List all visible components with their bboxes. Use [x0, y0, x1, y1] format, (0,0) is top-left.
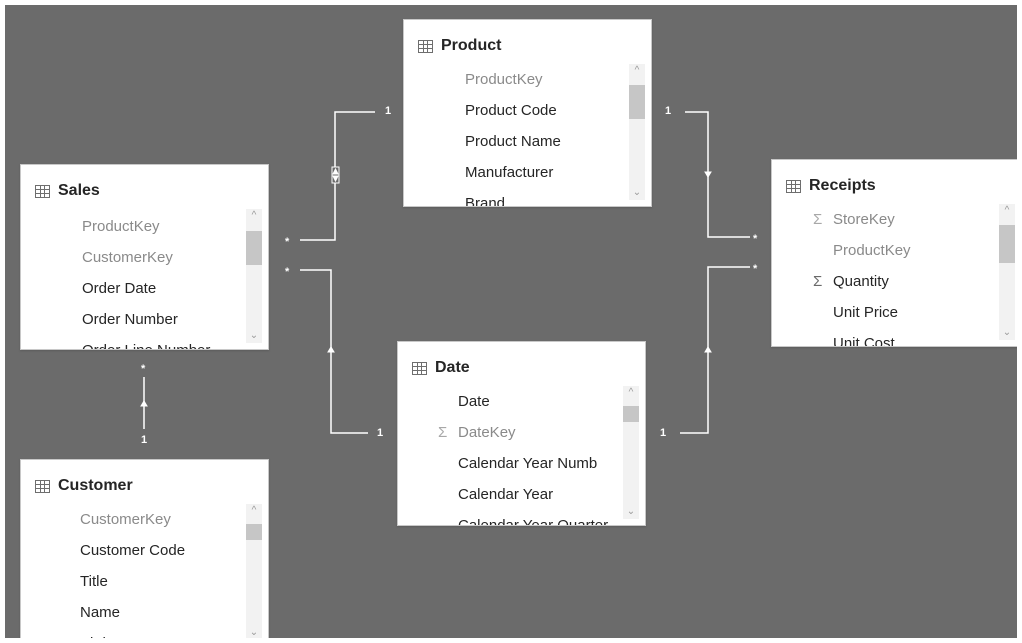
field-item[interactable]: ProductKey — [772, 235, 995, 266]
relationship-line-date-receipts — [680, 266, 750, 434]
chevron-up-icon[interactable]: ^ — [246, 504, 262, 518]
scroll-thumb[interactable] — [629, 85, 645, 119]
table-card-product[interactable]: Product ProductKey Product Code Product … — [403, 19, 652, 207]
table-card-date[interactable]: Date Date Σ DateKey Calendar Year Numb C… — [397, 341, 646, 526]
sigma-icon: Σ — [438, 424, 448, 441]
field-item[interactable]: ProductKey — [404, 64, 625, 95]
relationship-one-label: 1 — [660, 427, 667, 439]
field-list: Date Σ DateKey Calendar Year Numb Calend… — [398, 386, 619, 525]
table-grid-icon — [786, 179, 801, 193]
field-label: Quantity — [833, 273, 889, 290]
filter-direction-icon — [704, 171, 712, 178]
field-item[interactable]: Customer Code — [21, 535, 242, 566]
table-card-customer[interactable]: Customer CustomerKey Customer Code Title… — [20, 459, 269, 638]
scroll-thumb[interactable] — [623, 406, 639, 422]
chevron-up-icon[interactable]: ^ — [629, 64, 645, 78]
field-item[interactable]: Unit Cost — [772, 328, 995, 346]
chevron-down-icon[interactable]: ⌄ — [246, 329, 262, 343]
table-scrollbar[interactable]: ^ ⌄ — [246, 504, 262, 638]
chevron-up-icon[interactable]: ^ — [999, 204, 1015, 218]
field-item[interactable]: CustomerKey — [21, 242, 242, 273]
relationship-many-label: * — [285, 266, 290, 278]
filter-direction-icon — [704, 346, 712, 353]
field-label: StoreKey — [833, 211, 895, 228]
table-header[interactable]: Customer — [35, 475, 258, 497]
table-header[interactable]: Product — [418, 35, 641, 57]
relationship-one-label: 1 — [377, 427, 384, 439]
chevron-down-icon[interactable]: ⌄ — [629, 186, 645, 200]
field-item[interactable]: Product Name — [404, 126, 625, 157]
field-item[interactable]: ProductKey — [21, 211, 242, 242]
chevron-up-icon[interactable]: ^ — [623, 386, 639, 400]
filter-direction-icon — [140, 400, 148, 407]
field-item[interactable]: Order Number — [21, 304, 242, 335]
field-item[interactable]: Title — [21, 566, 242, 597]
sigma-icon: Σ — [813, 211, 823, 228]
field-item[interactable]: Order Line Number — [21, 335, 242, 349]
field-item[interactable]: Brand — [404, 188, 625, 206]
field-item[interactable]: Product Code — [404, 95, 625, 126]
scroll-thumb[interactable] — [246, 524, 262, 540]
table-title: Date — [435, 359, 470, 376]
scroll-thumb[interactable] — [999, 225, 1015, 263]
table-title: Customer — [58, 477, 133, 494]
table-scrollbar[interactable]: ^ ⌄ — [629, 64, 645, 200]
relationship-one-label: 1 — [385, 105, 392, 117]
filter-direction-icon — [327, 346, 335, 353]
field-list: CustomerKey Customer Code Title Name Bir… — [21, 504, 242, 638]
table-title: Product — [441, 37, 502, 54]
table-header[interactable]: Sales — [35, 180, 258, 202]
chevron-down-icon[interactable]: ⌄ — [623, 505, 639, 519]
field-item[interactable]: Birth Date — [21, 628, 242, 638]
table-card-sales[interactable]: Sales ProductKey CustomerKey Order Date … — [20, 164, 269, 350]
table-grid-icon — [35, 184, 50, 198]
field-list: ProductKey Product Code Product Name Man… — [404, 64, 625, 206]
field-item[interactable]: Calendar Year — [398, 479, 619, 510]
table-title: Receipts — [809, 177, 876, 194]
scroll-thumb[interactable] — [246, 231, 262, 265]
field-item[interactable]: Σ DateKey — [398, 417, 619, 448]
table-header[interactable]: Receipts — [786, 175, 1011, 197]
table-header[interactable]: Date — [412, 357, 635, 379]
sigma-icon: Σ — [813, 273, 823, 290]
table-grid-icon — [35, 479, 50, 493]
field-label: DateKey — [458, 424, 516, 441]
field-item[interactable]: Unit Price — [772, 297, 995, 328]
field-item[interactable]: Name — [21, 597, 242, 628]
table-scrollbar[interactable]: ^ ⌄ — [623, 386, 639, 519]
relationship-many-label: * — [141, 363, 146, 375]
chevron-down-icon[interactable]: ⌄ — [999, 326, 1015, 340]
field-item[interactable]: Σ StoreKey — [772, 204, 995, 235]
relationship-one-label: 1 — [665, 105, 672, 117]
relationship-many-label: * — [753, 233, 758, 245]
relationship-one-label: 1 — [141, 434, 148, 446]
table-scrollbar[interactable]: ^ ⌄ — [246, 209, 262, 343]
table-title: Sales — [58, 182, 100, 199]
relationship-many-label: * — [753, 263, 758, 275]
field-list: ProductKey CustomerKey Order Date Order … — [21, 211, 242, 349]
table-scrollbar[interactable]: ^ ⌄ — [999, 204, 1015, 340]
field-item[interactable]: Calendar Year Numb — [398, 448, 619, 479]
table-card-receipts[interactable]: Receipts Σ StoreKey ProductKey Σ Quantit… — [771, 159, 1017, 347]
field-item[interactable]: Date — [398, 386, 619, 417]
relationship-line-product-receipts — [685, 111, 750, 238]
field-item[interactable]: Order Date — [21, 273, 242, 304]
chevron-up-icon[interactable]: ^ — [246, 209, 262, 223]
table-grid-icon — [418, 39, 433, 53]
field-item[interactable]: Σ Quantity — [772, 266, 995, 297]
relationship-many-label: * — [285, 236, 290, 248]
field-list: Σ StoreKey ProductKey Σ Quantity Unit Pr… — [772, 204, 995, 346]
chevron-down-icon[interactable]: ⌄ — [246, 626, 262, 638]
table-grid-icon — [412, 361, 427, 375]
field-item[interactable]: CustomerKey — [21, 504, 242, 535]
field-item[interactable]: Calendar Year Quarter — [398, 510, 619, 525]
model-diagram-canvas[interactable]: 1 * 1 * * 1 * 1 * 1 Product ProductKey P… — [5, 5, 1017, 638]
field-item[interactable]: Manufacturer — [404, 157, 625, 188]
